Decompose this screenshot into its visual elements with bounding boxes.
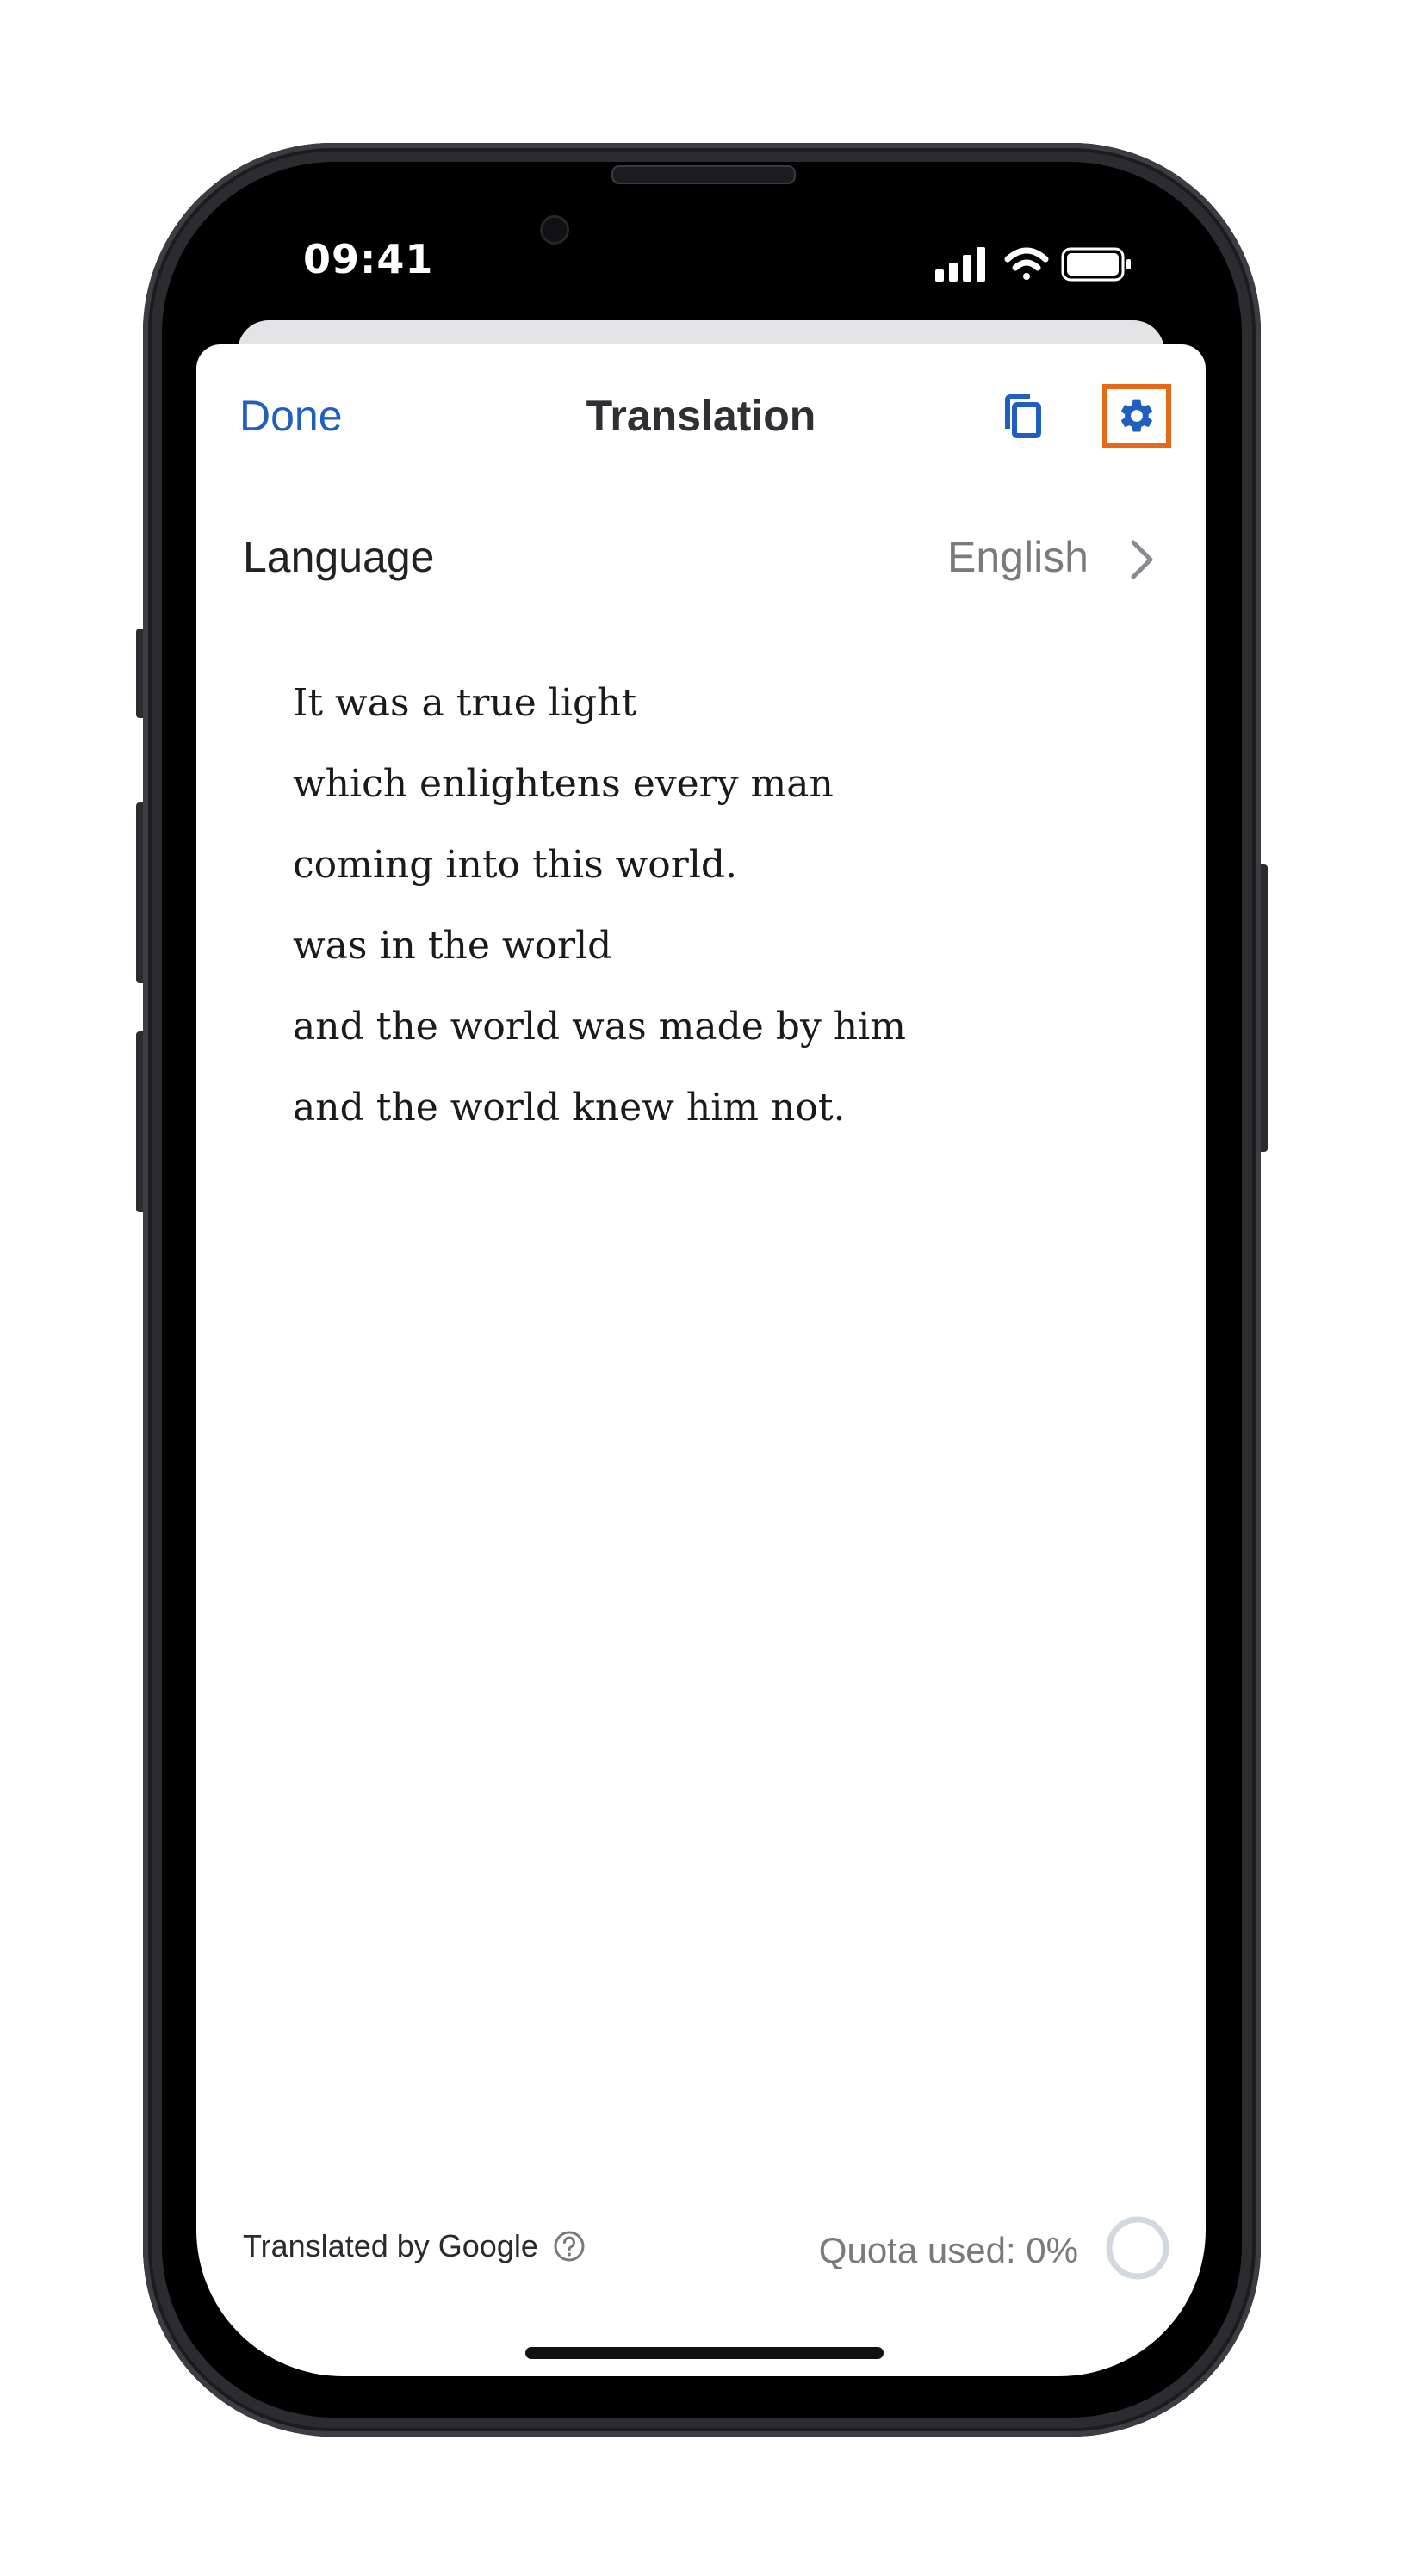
wifi-icon: [1004, 247, 1049, 280]
translated-line: was in the world: [293, 924, 612, 968]
translated-line: which enlightens every man: [293, 762, 834, 806]
quota-ring: [1106, 2216, 1169, 2280]
language-value: English: [947, 533, 1089, 581]
attribution: Translated by Google: [243, 2228, 586, 2280]
translated-text: It was a true light which enlightens eve…: [293, 663, 1120, 1149]
home-indicator[interactable]: [525, 2347, 884, 2359]
copy-button[interactable]: [994, 387, 1054, 448]
cellular-signal-icon: [935, 247, 985, 282]
status-icons: [934, 245, 1140, 283]
page-title: Translation: [586, 392, 816, 440]
translated-line: coming into this world.: [293, 843, 738, 887]
copy-icon: [1005, 394, 1041, 438]
earpiece-speaker: [611, 165, 796, 184]
attribution-text: Translated by Google: [243, 2228, 538, 2263]
language-row[interactable]: Language English: [243, 525, 1171, 594]
status-time: 09:41: [303, 236, 434, 282]
quota-text: Quota used: 0%: [818, 2230, 1078, 2270]
front-camera: [540, 215, 569, 245]
help-icon[interactable]: [552, 2229, 586, 2263]
translated-line: and the world was made by him: [293, 1005, 906, 1049]
screenshot-stage: 09:41 Done Translation Language English …: [0, 0, 1402, 2576]
translation-sheet: Done Translation Language English It was…: [196, 344, 1206, 2376]
translated-line: and the world knew him not.: [293, 1086, 846, 1130]
battery-icon: [1061, 247, 1131, 282]
gear-icon: [1120, 399, 1152, 432]
chevron-right-icon: [1131, 540, 1153, 579]
language-label: Language: [243, 533, 435, 581]
settings-button[interactable]: [1102, 384, 1171, 448]
translated-line: It was a true light: [293, 681, 637, 725]
